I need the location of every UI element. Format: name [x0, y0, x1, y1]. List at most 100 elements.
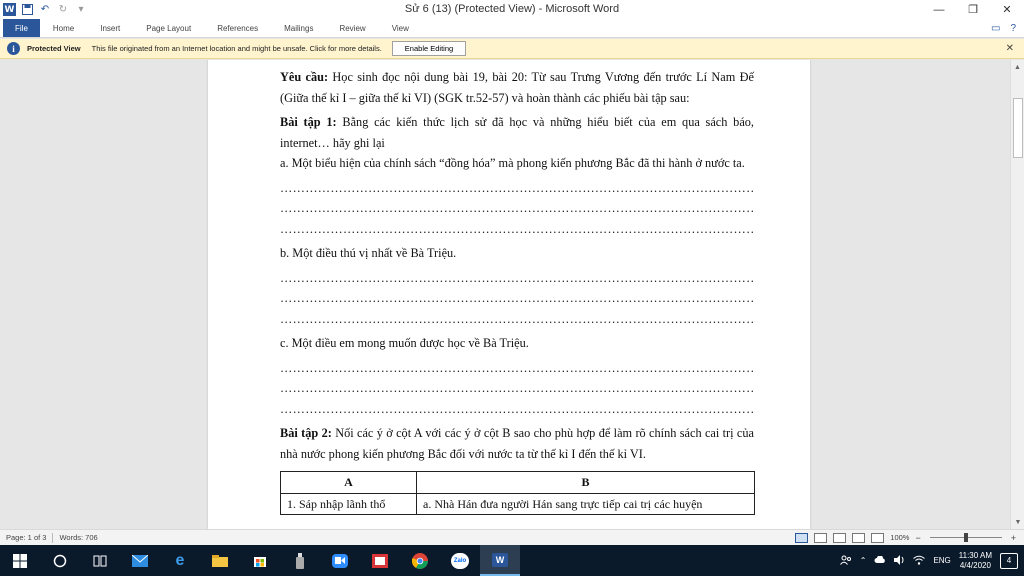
chrome-icon[interactable] — [400, 545, 440, 576]
exercise-1-paragraph: Bài tập 1: Bằng các kiến thức lịch sử đã… — [280, 112, 754, 153]
word-logo-icon: W — [3, 3, 16, 16]
store-icon[interactable] — [240, 545, 280, 576]
column-b-header: B — [416, 471, 755, 494]
exercise-2-paragraph: Bài tập 2: Nối các ý ở cột A với các ý ở… — [280, 423, 754, 464]
vertical-scrollbar[interactable]: ▲ ▼ — [1010, 60, 1024, 529]
zoom-slider-knob[interactable] — [963, 533, 968, 542]
print-layout-view-icon[interactable] — [795, 532, 809, 543]
tab-page-layout[interactable]: Page Layout — [133, 19, 204, 37]
answer-line: …………………………………………………………………………………………………………… — [280, 270, 754, 285]
tab-mailings[interactable]: Mailings — [271, 19, 326, 37]
title-bar: W ↶ ↻ ▾ Sử 6 (13) (Protected View) - Mic… — [0, 0, 1024, 19]
show-hidden-icons-icon[interactable]: ⌃ — [860, 556, 867, 565]
protected-view-bar: i Protected View This file originated fr… — [0, 39, 1024, 59]
help-icon[interactable]: ? — [1010, 23, 1016, 34]
notification-center-icon[interactable]: 4 — [1000, 552, 1018, 569]
close-button[interactable]: ✕ — [990, 0, 1024, 19]
answer-line: …………………………………………………………………………………………………………… — [280, 381, 754, 395]
item-b: b. Một điều thú vị nhất về Bà Triệu. — [280, 246, 457, 260]
clock-date: 4/4/2020 — [959, 560, 991, 570]
page-count[interactable]: Page: 1 of 3 — [0, 533, 52, 542]
item-a: a. Một biểu hiện của chính sách “đồng hó… — [280, 156, 745, 170]
system-tray: ⌃ ENG 11:30 AM 4/4/2020 4 — [839, 551, 1024, 571]
item-c: c. Một điều em mong muốn được học về Bà … — [280, 336, 529, 350]
redo-icon[interactable]: ↻ — [56, 3, 70, 17]
answer-line: …………………………………………………………………………………………………………… — [280, 401, 754, 416]
answer-line: …………………………………………………………………………………………………………… — [280, 291, 754, 305]
scroll-down-arrow-icon[interactable]: ▼ — [1011, 515, 1024, 529]
protected-view-title: Protected View — [27, 44, 81, 53]
requirement-text: Học sinh đọc nội dung bài 19, bài 20: Từ… — [280, 70, 754, 105]
word-window: W ↶ ↻ ▾ Sử 6 (13) (Protected View) - Mic… — [0, 0, 1024, 576]
full-screen-reading-view-icon[interactable] — [814, 532, 828, 543]
clock-time: 11:30 AM — [958, 550, 992, 560]
outline-view-icon[interactable] — [852, 532, 866, 543]
matching-table: A B 1. Sáp nhập lãnh thổ a. Nhà Hán đưa … — [280, 471, 755, 515]
zoom-slider[interactable] — [929, 533, 1002, 542]
column-a-header: A — [280, 471, 417, 494]
customize-qat-icon[interactable]: ▾ — [74, 3, 88, 17]
enable-editing-button[interactable]: Enable Editing — [391, 41, 467, 56]
network-icon[interactable] — [913, 555, 926, 567]
clock[interactable]: 11:30 AM 4/4/2020 — [959, 551, 992, 571]
tab-insert[interactable]: Insert — [87, 19, 133, 37]
tab-review[interactable]: Review — [326, 19, 378, 37]
answer-line: …………………………………………………………………………………………………………… — [280, 221, 754, 236]
volume-icon[interactable] — [894, 554, 905, 567]
undo-icon[interactable]: ↶ — [38, 3, 52, 17]
requirement-label: Yêu cầu: — [280, 70, 329, 84]
tab-view[interactable]: View — [379, 19, 422, 37]
language-indicator[interactable]: ENG — [933, 556, 950, 565]
table-cell: 1. Sáp nhập lãnh thổ — [280, 492, 417, 515]
exercise-1-label: Bài tập 1: — [280, 115, 337, 129]
usb-drive-icon[interactable] — [280, 545, 320, 576]
video-call-icon[interactable] — [320, 545, 360, 576]
answer-line: …………………………………………………………………………………………………………… — [280, 311, 754, 326]
answer-line: …………………………………………………………………………………………………………… — [280, 180, 754, 195]
requirement-paragraph: Yêu cầu: Học sinh đọc nội dung bài 19, b… — [280, 67, 754, 108]
draft-view-icon[interactable] — [871, 532, 885, 543]
window-title: Sử 6 (13) (Protected View) - Microsoft W… — [404, 3, 620, 15]
tab-home[interactable]: Home — [40, 19, 87, 37]
ribbon-right-controls: ▭ ? — [991, 19, 1024, 37]
close-icon[interactable]: ✕ — [1006, 43, 1014, 54]
file-explorer-icon[interactable] — [200, 545, 240, 576]
tab-references[interactable]: References — [204, 19, 271, 37]
document-content: Yêu cầu: Học sinh đọc nội dung bài 19, b… — [280, 67, 755, 515]
save-icon[interactable] — [20, 3, 34, 17]
tab-file[interactable]: File — [3, 19, 40, 37]
web-layout-view-icon[interactable] — [833, 532, 847, 543]
window-controls: — ❐ ✕ — [922, 0, 1024, 19]
zoom-out-button[interactable]: − — [915, 533, 920, 543]
view-zoom-controls: 100% − + — [795, 532, 1024, 543]
zoom-in-button[interactable]: + — [1011, 533, 1016, 543]
ribbon-tabs: File Home Insert Page Layout References … — [0, 19, 1024, 38]
status-bar: Page: 1 of 3 Words: 706 100% − + — [0, 529, 1024, 545]
document-area[interactable]: Yêu cầu: Học sinh đọc nội dung bài 19, b… — [0, 60, 1010, 529]
mail-icon[interactable] — [120, 545, 160, 576]
info-icon: i — [7, 42, 20, 55]
ribbon-display-options-icon[interactable]: ▭ — [991, 23, 1000, 34]
exercise-2-label: Bài tập 2: — [280, 426, 332, 440]
exercise-1-text: Bằng các kiến thức lịch sử đã học và nhữ… — [280, 115, 754, 150]
word-taskbar-icon[interactable]: W — [480, 545, 520, 576]
start-windows-icon[interactable] — [0, 545, 40, 576]
table-cell: a. Nhà Hán đưa người Hán sang trực tiếp … — [416, 492, 755, 515]
task-view-icon[interactable] — [80, 545, 120, 576]
word-count[interactable]: Words: 706 — [53, 533, 103, 542]
maximize-button[interactable]: ❐ — [956, 0, 990, 19]
exercise-2-text: Nối các ý ở cột A với các ý ở cột B sao … — [280, 426, 754, 461]
zoom-level[interactable]: 100% — [890, 533, 909, 542]
cloud-icon[interactable] — [874, 554, 886, 566]
snipping-tool-icon[interactable] — [360, 545, 400, 576]
scroll-up-arrow-icon[interactable]: ▲ — [1011, 60, 1024, 74]
zalo-icon[interactable]: Zalo — [440, 545, 480, 576]
minimize-button[interactable]: — — [922, 0, 956, 19]
search-icon[interactable] — [40, 545, 80, 576]
protected-view-message[interactable]: This file originated from an Internet lo… — [92, 44, 382, 53]
people-icon[interactable] — [839, 555, 852, 567]
scroll-thumb[interactable] — [1013, 98, 1023, 158]
quick-access-toolbar: W ↶ ↻ ▾ — [0, 0, 88, 19]
edge-browser-icon[interactable]: e — [160, 545, 200, 576]
table-row: 1. Sáp nhập lãnh thổ a. Nhà Hán đưa ngườ… — [280, 492, 755, 515]
